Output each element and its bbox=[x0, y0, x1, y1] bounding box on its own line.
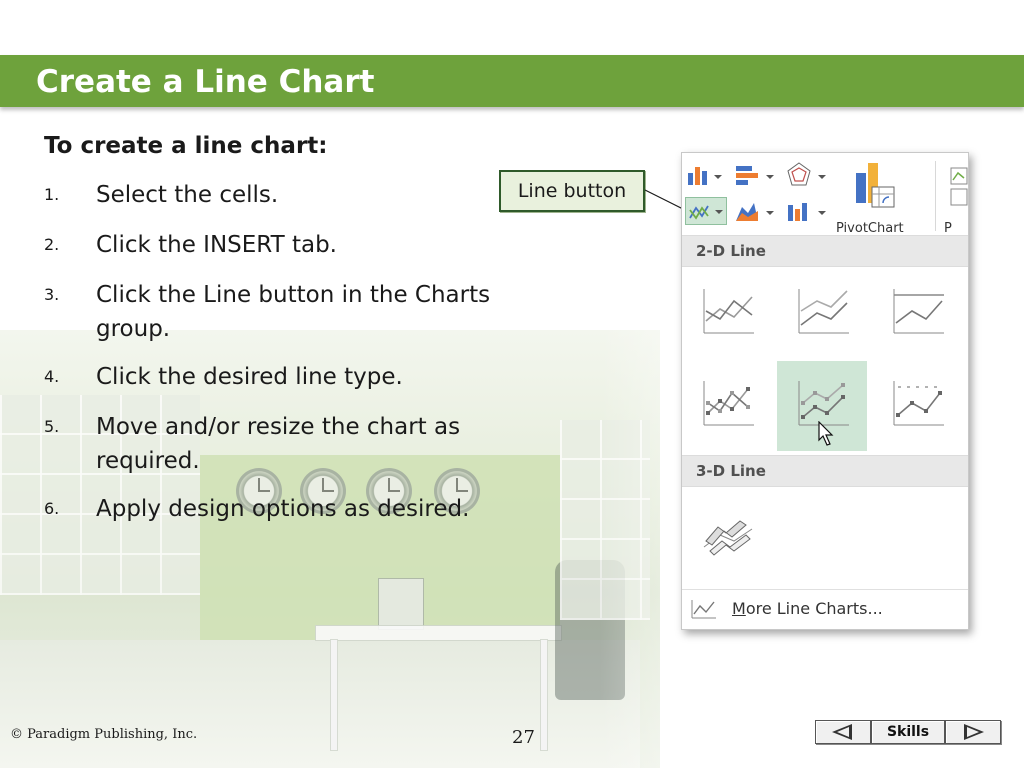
3d-line-icon bbox=[703, 520, 753, 556]
more-charts-icon bbox=[691, 600, 716, 619]
background-desk bbox=[315, 625, 562, 641]
step-item: 1. Select the cells. bbox=[44, 178, 564, 212]
background-monitor bbox=[378, 578, 424, 630]
section-3d-line-label: 3-D Line bbox=[696, 462, 766, 480]
skills-button[interactable]: Skills bbox=[871, 720, 945, 744]
step-item: 2. Click the INSERT tab. bbox=[44, 228, 564, 262]
sparkline-icon[interactable] bbox=[950, 167, 968, 207]
steps-list: 1. Select the cells. 2. Click the INSERT t… bbox=[44, 178, 564, 542]
step-item: 3. Click the Line button in the Charts gr… bbox=[44, 278, 564, 346]
next-slide-button[interactable] bbox=[945, 720, 1001, 744]
ribbon-separator bbox=[935, 161, 936, 231]
step-text: Click the INSERT tab. bbox=[96, 232, 337, 258]
intro-heading: To create a line chart: bbox=[44, 133, 328, 159]
step-item: 6. Apply design options as desired. bbox=[44, 492, 564, 526]
ribbon-charts-group: PivotChart P bbox=[682, 153, 968, 238]
line-chart-button[interactable] bbox=[685, 197, 727, 225]
step-text: Move and/or resize the chart as required… bbox=[96, 414, 461, 474]
ribbon-edge-label: P bbox=[944, 221, 952, 236]
step-text: Click the Line button in the Charts grou… bbox=[96, 282, 491, 342]
area-chart-icon[interactable] bbox=[734, 199, 778, 225]
step-item: 5. Move and/or resize the chart as requir… bbox=[44, 410, 564, 478]
line-with-markers-option[interactable] bbox=[682, 361, 772, 451]
step-item: 4. Click the desired line type. bbox=[44, 360, 564, 394]
slide-title: Create a Line Chart bbox=[36, 64, 375, 100]
previous-slide-button[interactable] bbox=[815, 720, 871, 744]
stacked-line-option[interactable] bbox=[777, 269, 867, 359]
line-icon bbox=[703, 289, 754, 334]
statistic-chart-icon[interactable] bbox=[786, 199, 830, 225]
arrow-right-icon bbox=[964, 724, 984, 740]
step-number: 3. bbox=[44, 285, 60, 304]
step-number: 1. bbox=[44, 185, 60, 204]
bar-chart-icon[interactable] bbox=[734, 163, 778, 189]
100-stacked-line-option[interactable] bbox=[872, 269, 962, 359]
100-stacked-line-icon bbox=[893, 289, 944, 334]
arrow-left-icon bbox=[832, 724, 852, 740]
radar-chart-icon[interactable] bbox=[786, 161, 830, 189]
background-desk-leg bbox=[330, 639, 338, 751]
section-3d-line: 3-D Line bbox=[682, 455, 968, 487]
step-number: 4. bbox=[44, 367, 60, 386]
line-option[interactable] bbox=[682, 269, 772, 359]
100-stacked-line-with-markers-option[interactable] bbox=[872, 361, 962, 451]
step-text: Select the cells. bbox=[96, 182, 279, 208]
section-2d-line: 2-D Line bbox=[682, 235, 968, 267]
step-number: 6. bbox=[44, 499, 60, 518]
pivotchart-label[interactable]: PivotChart bbox=[836, 221, 904, 236]
more-line-charts-label: More Line Charts... bbox=[732, 599, 883, 618]
stacked-line-icon bbox=[798, 289, 849, 334]
step-number: 2. bbox=[44, 235, 60, 254]
line-chart-gallery-screenshot: PivotChart P 2-D Line 3-D Line More Line… bbox=[681, 152, 969, 630]
step-number: 5. bbox=[44, 417, 60, 436]
callout-label: Line button bbox=[517, 180, 627, 202]
100-stacked-line-with-markers-icon bbox=[893, 381, 944, 426]
copyright-text: © Paradigm Publishing, Inc. bbox=[10, 727, 198, 742]
step-text: Click the desired line type. bbox=[96, 364, 403, 390]
section-2d-line-label: 2-D Line bbox=[696, 242, 766, 260]
pivotchart-icon[interactable] bbox=[850, 159, 900, 215]
slide-navigation: Skills bbox=[815, 720, 1001, 746]
skills-label: Skills bbox=[886, 724, 930, 740]
3d-line-option[interactable] bbox=[682, 489, 772, 579]
column-chart-icon[interactable] bbox=[686, 163, 726, 189]
background-desk-leg bbox=[540, 639, 548, 751]
line-chart-icon bbox=[689, 205, 723, 220]
line-button-callout: Line button bbox=[499, 170, 645, 212]
line-with-markers-icon bbox=[703, 381, 754, 426]
page-number: 27 bbox=[512, 727, 535, 748]
more-line-charts-menu-item[interactable]: More Line Charts... bbox=[682, 589, 968, 628]
step-text: Apply design options as desired. bbox=[96, 496, 470, 522]
mouse-cursor-icon bbox=[818, 421, 834, 446]
